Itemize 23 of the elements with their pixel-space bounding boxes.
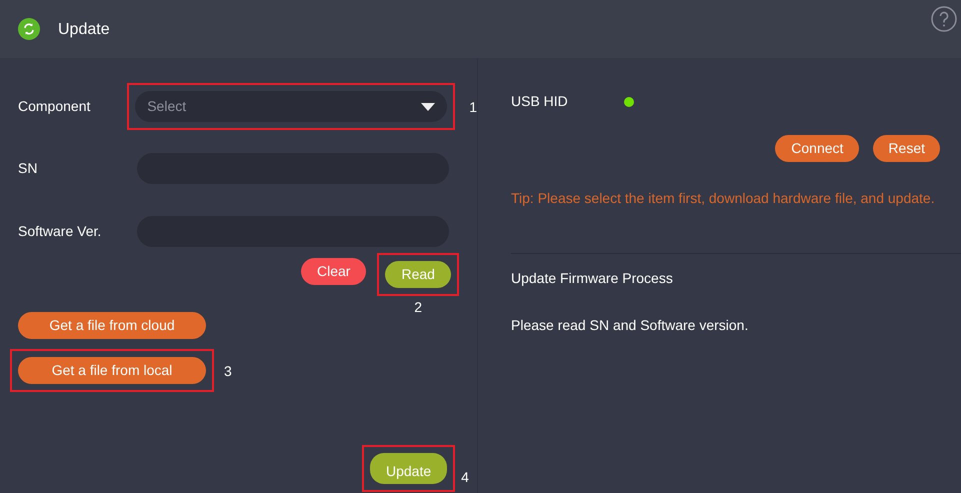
field-label: SN	[18, 159, 38, 178]
callout-number: 2	[414, 300, 422, 314]
clear-button[interactable]: Clear	[301, 258, 366, 285]
page-title: Update	[58, 20, 110, 40]
field-label: Component	[18, 97, 92, 116]
callout-number: 1	[469, 100, 477, 114]
dropdown-caret-icon	[421, 102, 436, 110]
tip-text: Tip: Please select the item first, download hardware file, and update.	[511, 189, 936, 208]
component-select[interactable]: Select	[135, 91, 448, 122]
process-message: Please read SN and Software version.	[511, 316, 750, 335]
process-title: Update Firmware Process	[511, 269, 674, 288]
file-button[interactable]: Get a file from local	[18, 357, 206, 384]
file-button[interactable]: Get a file from cloud	[18, 312, 206, 339]
update-button[interactable]: Update	[370, 453, 448, 484]
device-label: USB HID	[511, 92, 569, 111]
help-icon[interactable]	[931, 6, 957, 32]
callout-number: 4	[461, 470, 469, 484]
read-button[interactable]: Read	[385, 261, 451, 288]
refresh-icon	[18, 18, 40, 40]
reset-button[interactable]: Reset	[873, 135, 940, 162]
connect-button[interactable]: Connect	[775, 135, 860, 162]
callout-number: 3	[224, 364, 232, 378]
field-label: Software Ver.	[18, 222, 102, 241]
